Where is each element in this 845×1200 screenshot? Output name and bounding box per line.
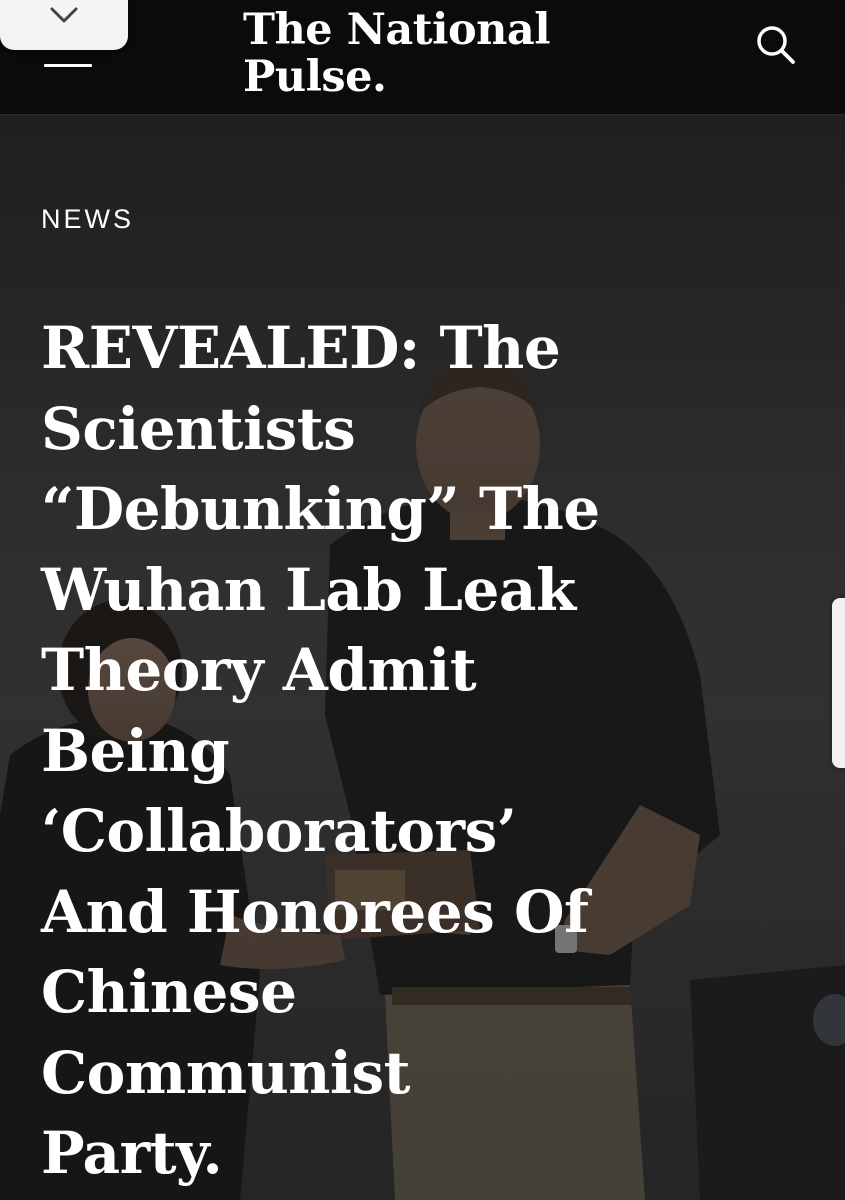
brand-line-1: The National [243,5,551,55]
headline-line: “Debunking” The [41,475,600,543]
search-icon[interactable] [753,22,799,68]
category-label[interactable]: NEWS [41,204,134,235]
headline-line: ‘Collaborators’ [41,797,517,865]
headline-line: Scientists [41,394,356,463]
page: The National Pulse. NEWS REVEALED: The S… [0,0,845,1200]
menu-icon[interactable] [44,62,92,72]
side-scroll-handle[interactable] [832,598,845,768]
article-hero[interactable]: NEWS REVEALED: The Scientists “Debunking… [0,115,845,1200]
headline-line: Communist [41,1038,410,1107]
headline-line: Theory Admit [41,636,477,704]
brand-line-2: Pulse. [243,52,387,102]
chevron-down-icon [50,7,78,23]
headline-line: Wuhan Lab Leak [41,555,576,624]
headline-line: Being [41,716,230,785]
article-headline[interactable]: REVEALED: The Scientists “Debunking” The… [41,308,801,1194]
site-header: The National Pulse. [0,0,845,115]
headline-line: And Honorees Of [41,877,589,946]
headline-line: Chinese [41,958,297,1026]
collapse-header-button[interactable] [0,0,128,50]
site-logo[interactable]: The National Pulse. [243,5,551,102]
headline-line: REVEALED: The [41,314,561,382]
headline-line: Party. [41,1119,223,1187]
